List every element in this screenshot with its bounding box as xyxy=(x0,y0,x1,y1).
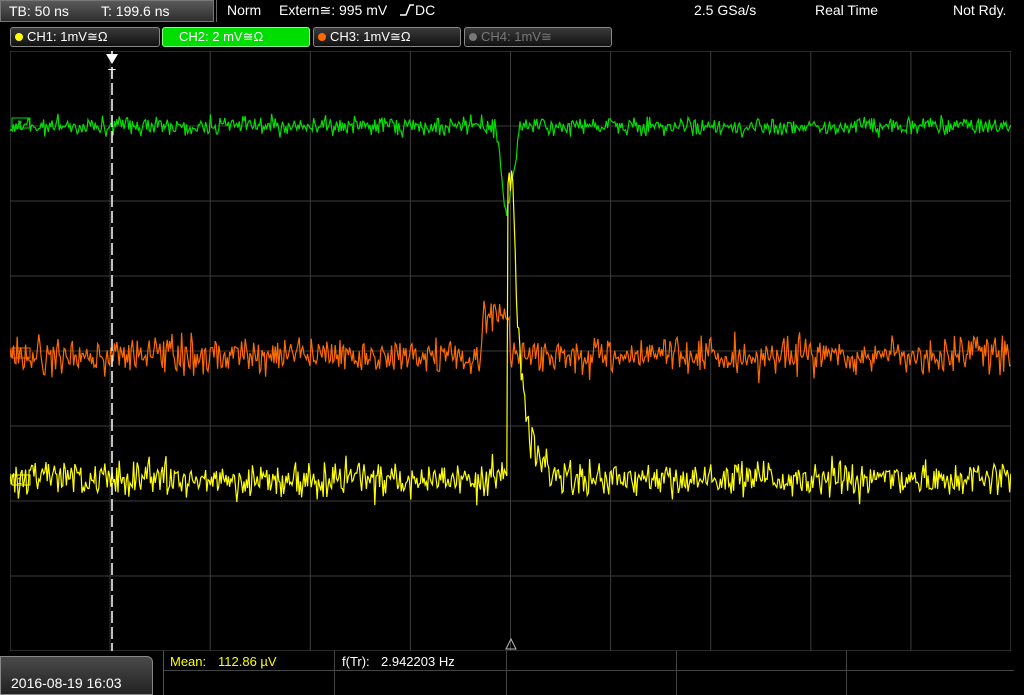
frequency-value: 2.942203 Hz xyxy=(381,654,455,669)
mean-value: 112.86 µV xyxy=(218,654,277,669)
measurement-divider xyxy=(334,651,335,695)
channel-1-coupling: ≅Ω xyxy=(86,29,108,44)
frequency-label: f(Tr): xyxy=(342,654,370,669)
trigger-mode: Norm xyxy=(227,2,262,18)
channel-1-button[interactable]: CH1: 1mV≅Ω xyxy=(10,27,160,47)
channel-4-coupling: ≅ xyxy=(540,29,552,44)
channel-2-button[interactable]: CH2: 2 mV≅Ω xyxy=(162,27,310,47)
measurement-bar: 2016-08-19 16:03 Mean: 112.86 µV f(Tr): … xyxy=(0,651,1024,695)
rising-edge-icon xyxy=(399,2,415,16)
channel-3-label: CH3: 1mV xyxy=(330,29,390,44)
measurement-row: Mean: 112.86 µV f(Tr): 2.942203 Hz xyxy=(164,651,1014,695)
trigger-coupling: DC xyxy=(415,2,436,18)
sample-rate: 2.5 GSa/s xyxy=(694,2,757,18)
timebase-box[interactable]: TB: 50 ns T: 199.6 ns xyxy=(0,0,214,22)
channel-1-marker-label: 1 xyxy=(17,476,22,486)
channel-4-label: CH4: 1mV xyxy=(481,29,541,44)
acquisition-mode: Real Time xyxy=(815,2,879,18)
channel-2-marker-label: 2 xyxy=(17,119,22,129)
measurement-divider xyxy=(846,651,847,695)
channel-4-color-icon xyxy=(469,33,477,41)
datetime-box: 2016-08-19 16:03 xyxy=(0,656,153,695)
trigger-time-readout: T: 199.6 ns xyxy=(101,3,170,19)
timebase-readout: TB: 50 ns xyxy=(9,3,69,19)
measurement-divider xyxy=(506,651,507,695)
channel-3-coupling: ≅Ω xyxy=(389,29,411,44)
waveform-canvas[interactable]: T 2 3 1 xyxy=(9,50,1012,652)
datetime-readout: 2016-08-19 16:03 xyxy=(11,675,122,691)
waveform-display[interactable]: T 2 3 1 xyxy=(9,50,1012,652)
acquisition-state: Not Rdy. xyxy=(953,2,1007,18)
channel-2-color-icon xyxy=(167,33,175,41)
channel-4-button[interactable]: CH4: 1mV≅ xyxy=(464,27,612,47)
channel-1-label: CH1: 1mV xyxy=(27,29,87,44)
measurement-divider xyxy=(676,651,677,695)
channel-3-marker-label: 3 xyxy=(17,349,22,359)
trigger-source: Extern≅: 995 mV xyxy=(279,2,388,18)
mean-label: Mean: xyxy=(170,654,207,669)
measurement-table[interactable]: Mean: 112.86 µV f(Tr): 2.942203 Hz xyxy=(163,651,1014,695)
trigger-info-box[interactable]: Norm Extern≅: 995 mV DC 2.5 GSa/s Real T… xyxy=(216,0,1024,22)
channel-1-color-icon xyxy=(15,33,23,41)
channel-3-button[interactable]: CH3: 1mV≅Ω xyxy=(313,27,461,47)
channel-2-label: CH2: 2 mV xyxy=(179,29,243,44)
trigger-marker-label: T xyxy=(108,66,116,81)
channel-3-color-icon xyxy=(318,33,326,41)
channel-2-coupling: ≅Ω xyxy=(242,29,264,44)
status-bar: TB: 50 ns T: 199.6 ns Norm Extern≅: 995 … xyxy=(0,0,1024,24)
